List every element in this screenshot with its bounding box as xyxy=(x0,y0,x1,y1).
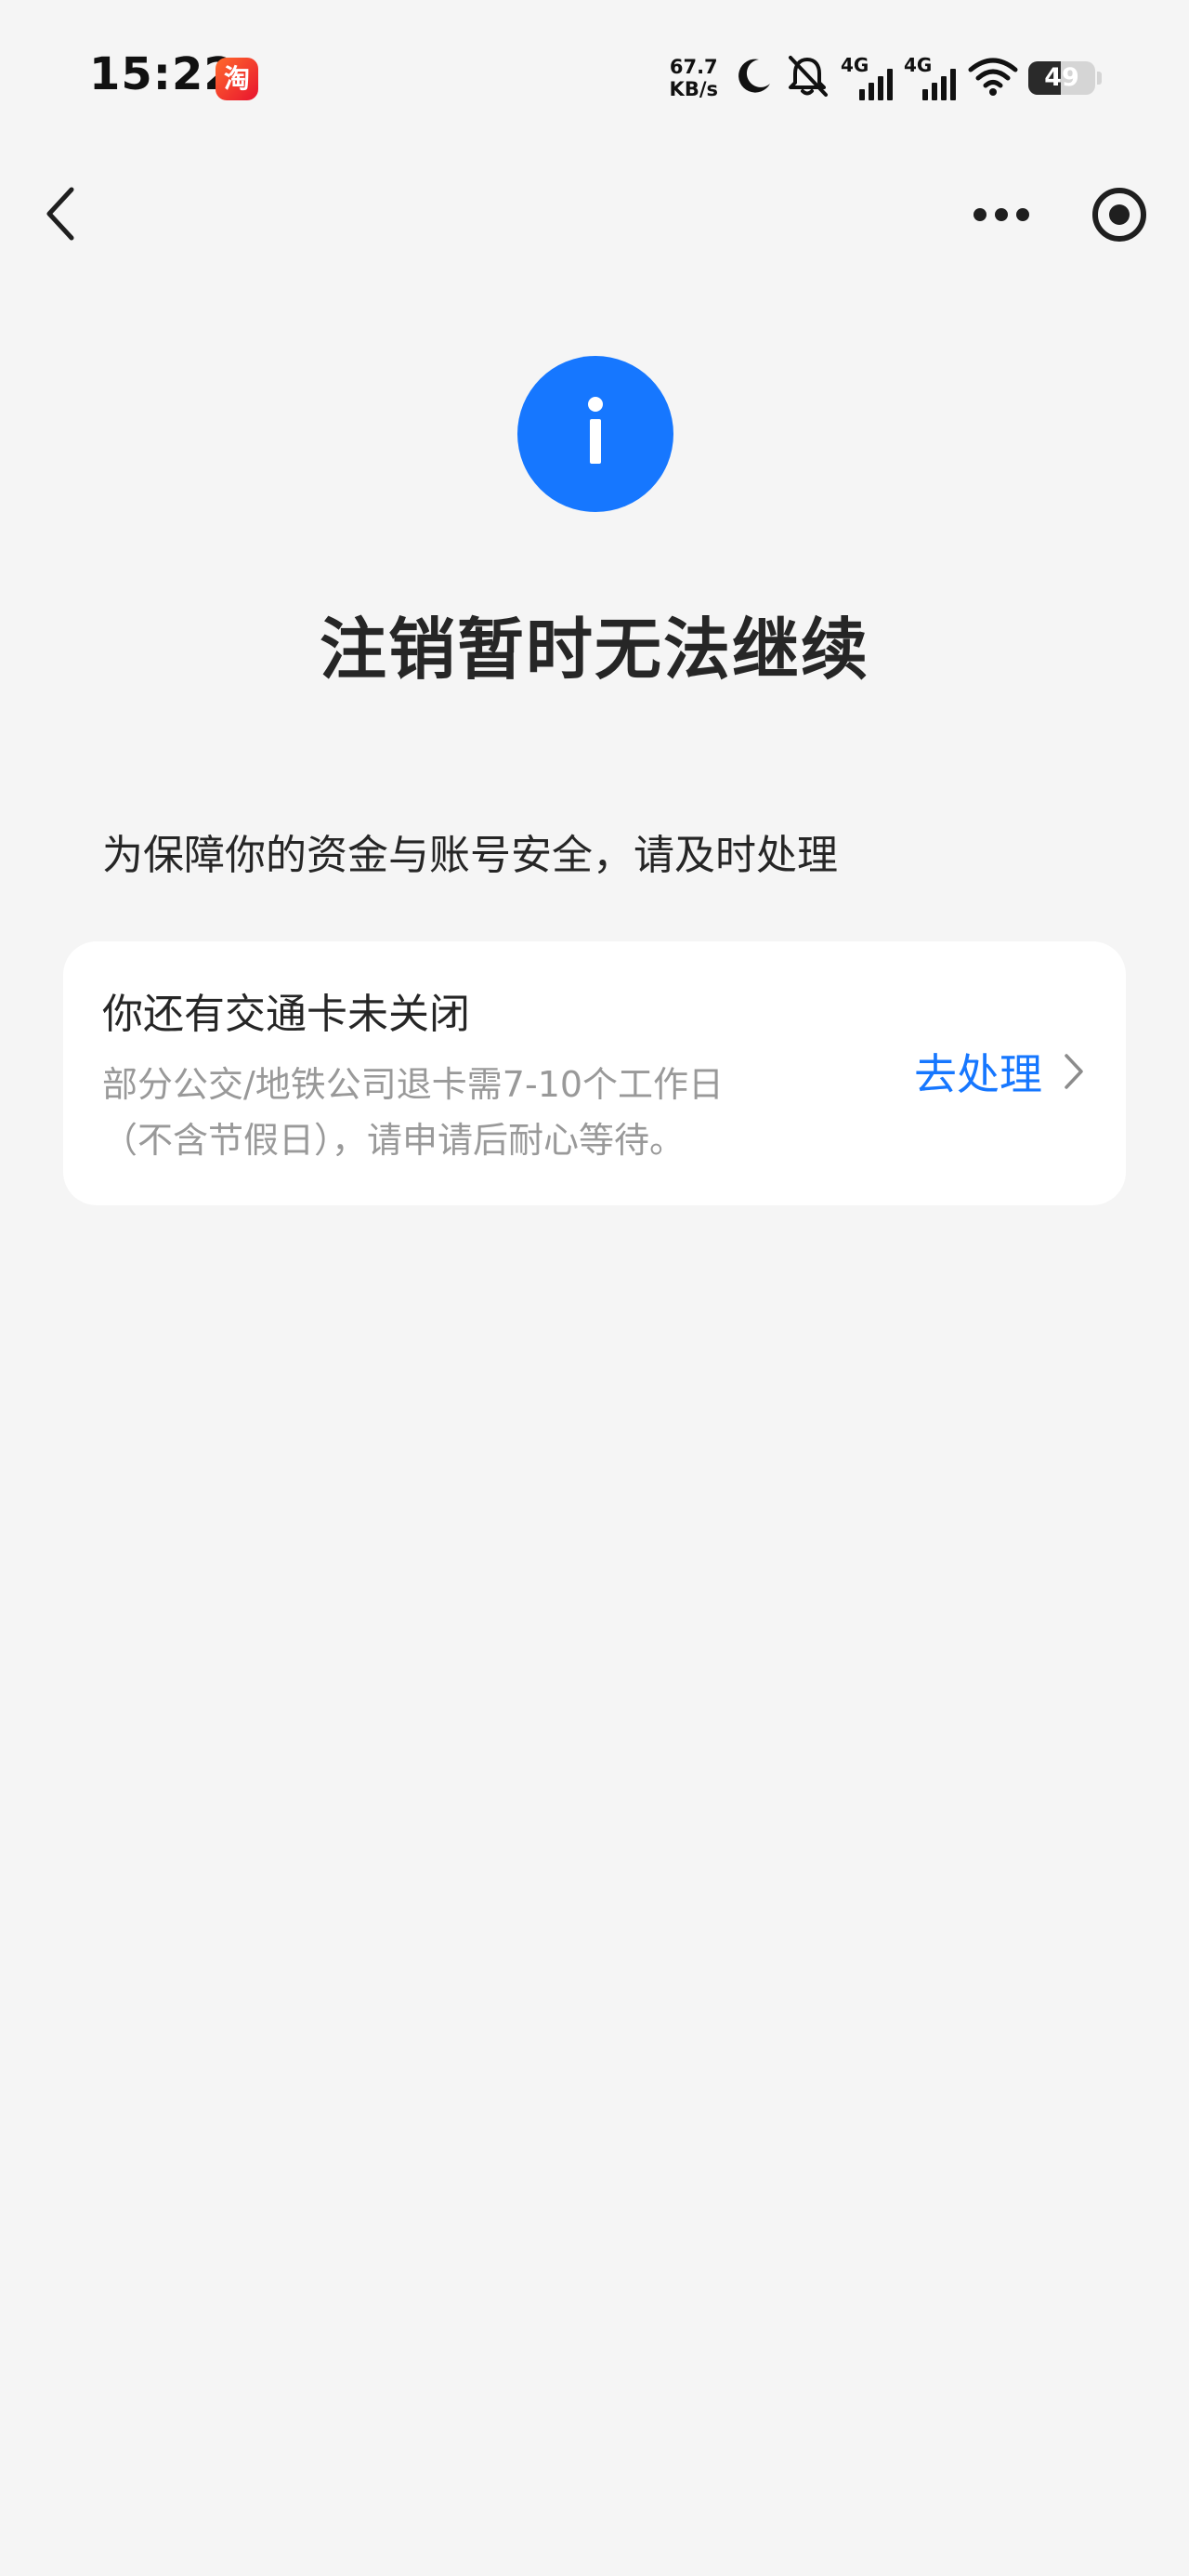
task-title: 你还有交通卡未关闭 xyxy=(102,991,470,1038)
chevron-left-icon xyxy=(46,187,74,241)
wifi-icon xyxy=(967,57,1019,99)
task-description-line: （不含节假日），请申请后耐心等待。 xyxy=(102,1120,686,1161)
page-title: 注销暂时无法继续 xyxy=(319,611,869,689)
handle-button-label: 去处理 xyxy=(914,1049,1042,1099)
more-button[interactable] xyxy=(966,182,1037,247)
battery-cap xyxy=(1097,72,1102,85)
signal-icon xyxy=(859,69,893,100)
task-description-line: 部分公交/地铁公司退卡需7-10个工作日 xyxy=(102,1064,725,1105)
network-speed-unit: KB/s xyxy=(669,78,718,100)
handle-button[interactable]: 去处理 xyxy=(914,1034,1085,1109)
signal-strength-1: 4G xyxy=(841,54,895,100)
moon-icon xyxy=(733,56,774,100)
network-speed: 67.7 KB/s xyxy=(670,56,718,100)
info-icon xyxy=(517,356,673,512)
close-miniprogram-button[interactable] xyxy=(1085,182,1154,247)
task-description: 部分公交/地铁公司退卡需7-10个工作日 （不含节假日），请申请后耐心等待。 xyxy=(102,1057,808,1168)
taobao-app-icon: 淘 xyxy=(216,58,258,100)
status-bar: 15:22 淘 67.7 KB/s 4G 4G 49 xyxy=(0,0,1189,158)
back-button[interactable] xyxy=(28,177,93,251)
target-close-icon xyxy=(1092,188,1146,242)
page-subtitle: 为保障你的资金与账号安全，请及时处理 xyxy=(102,832,838,879)
status-time: 15:22 xyxy=(89,48,236,100)
network-speed-value: 67.7 xyxy=(669,56,718,78)
more-dots-icon xyxy=(973,208,1029,221)
chevron-right-icon xyxy=(1065,1054,1083,1089)
muted-bell-icon xyxy=(783,54,831,102)
signal-strength-2: 4G xyxy=(904,54,958,100)
transit-card-task[interactable]: 你还有交通卡未关闭 部分公交/地铁公司退卡需7-10个工作日 （不含节假日），请… xyxy=(63,941,1126,1205)
signal-icon xyxy=(922,69,956,100)
battery-level: 49 xyxy=(1044,63,1079,92)
status-icons: 67.7 KB/s 4G 4G 49 xyxy=(670,52,1102,104)
battery-icon: 49 xyxy=(1028,61,1095,95)
